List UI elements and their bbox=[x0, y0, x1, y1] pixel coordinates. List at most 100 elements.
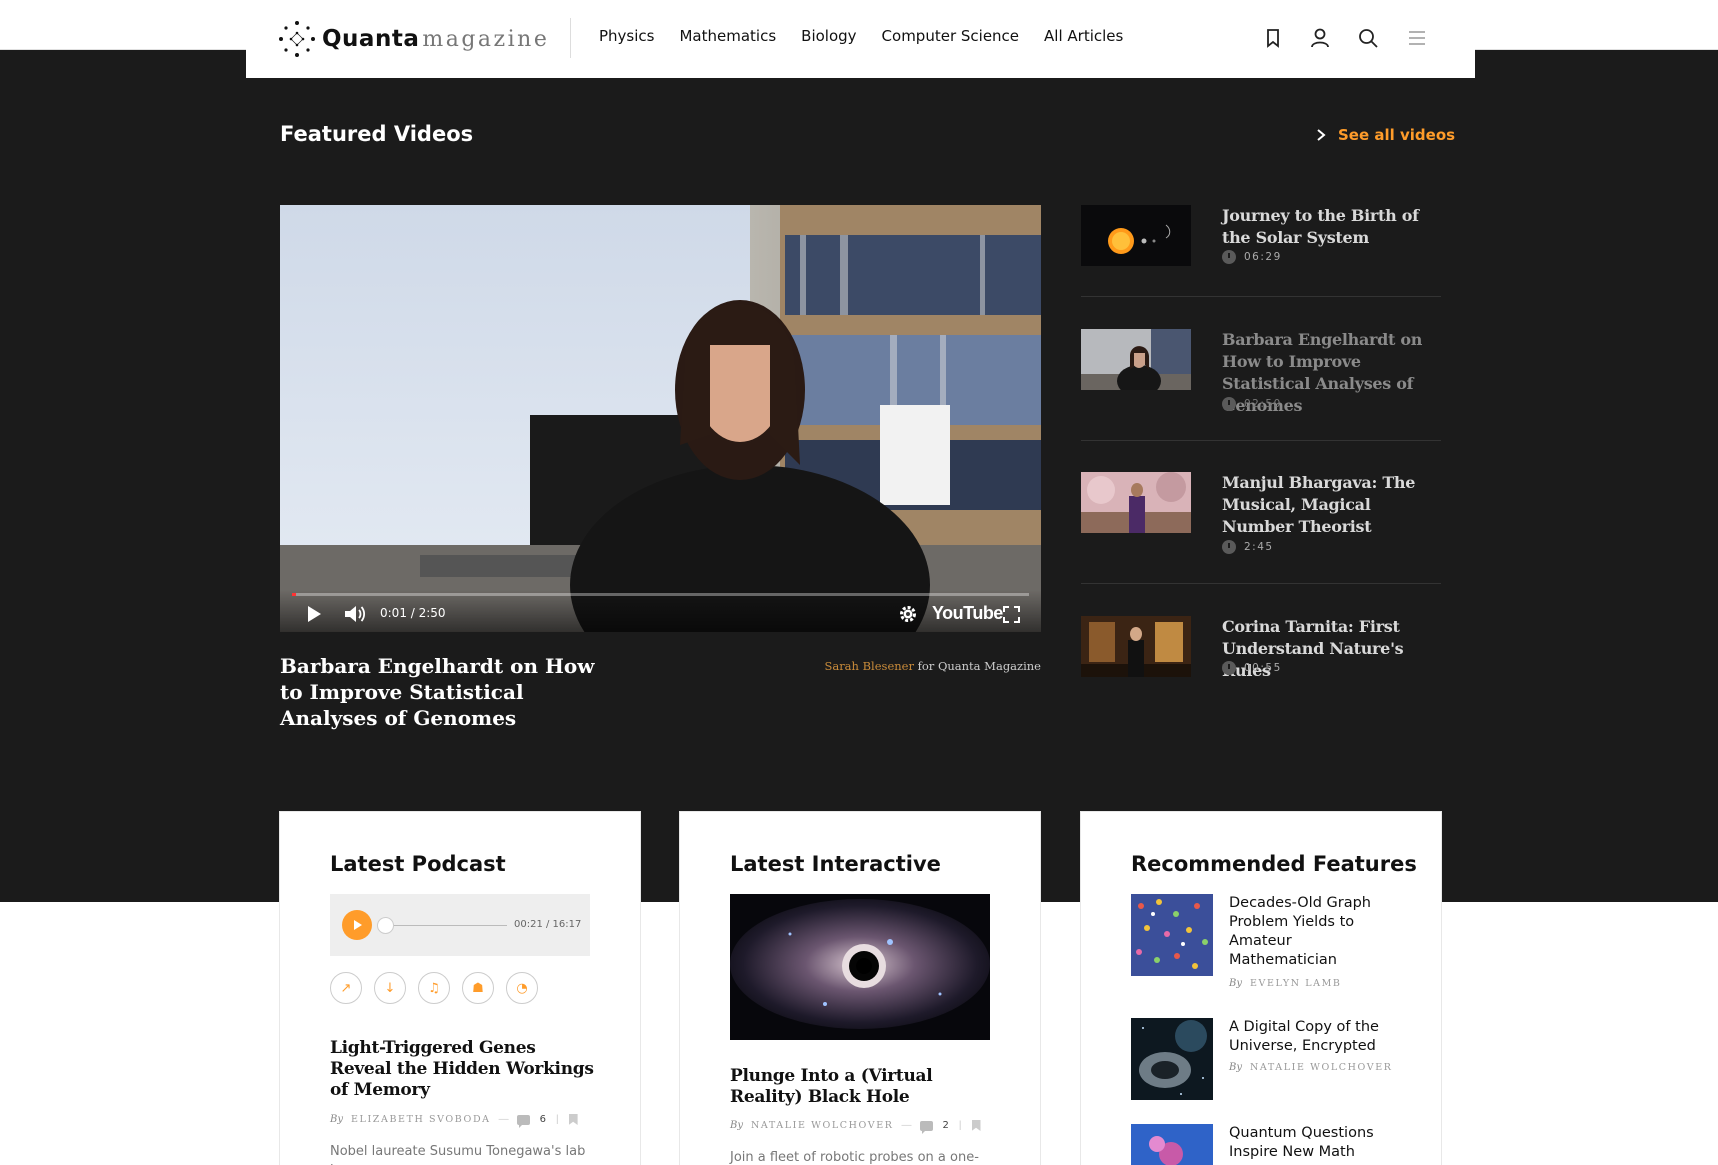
byline-dash: — bbox=[498, 1114, 509, 1125]
video-progress-fill bbox=[292, 593, 297, 596]
bookmark-icon[interactable] bbox=[1261, 26, 1285, 50]
menu-icon[interactable] bbox=[1405, 26, 1429, 50]
byline-separator: | bbox=[958, 1120, 962, 1131]
main-nav: Physics Mathematics Biology Computer Sci… bbox=[599, 27, 1148, 45]
recommended-title: Decades-Old Graph Problem Yields to Amat… bbox=[1229, 895, 1371, 968]
user-icon[interactable] bbox=[1308, 26, 1332, 50]
clock-icon bbox=[1222, 250, 1236, 264]
podcast-audio-player: 00:21 / 16:17 bbox=[330, 894, 590, 956]
interactive-byline: By NATALIE WOLCHOVER — 2 | bbox=[730, 1120, 981, 1134]
comment-count: 6 bbox=[539, 1114, 547, 1125]
settings-gear-icon[interactable] bbox=[899, 605, 917, 623]
video-duration: 02:50 bbox=[1222, 397, 1282, 411]
video-list-title: Journey to the Birth of the Solar System bbox=[1222, 206, 1419, 247]
video-list-divider bbox=[1081, 440, 1441, 441]
by-label: By bbox=[1229, 1062, 1242, 1073]
fullscreen-icon[interactable] bbox=[1003, 606, 1020, 623]
clock-icon bbox=[1222, 540, 1236, 554]
quanta-logo-icon bbox=[279, 21, 315, 57]
youtube-logo[interactable]: YouTube bbox=[932, 603, 1003, 624]
latest-podcast-heading: Latest Podcast bbox=[330, 852, 506, 876]
black-hole-image[interactable] bbox=[730, 894, 990, 1040]
recommended-title: A Digital Copy of the Universe, Encrypte… bbox=[1229, 1019, 1379, 1054]
main-video-title[interactable]: Barbara Engelhardt on How to Improve Sta… bbox=[280, 653, 620, 731]
video-list-divider bbox=[1081, 296, 1441, 297]
android-icon[interactable]: ☗ bbox=[462, 972, 494, 1004]
credit-suffix: for Quanta Magazine bbox=[913, 659, 1041, 673]
search-icon[interactable] bbox=[1356, 26, 1380, 50]
video-duration: 06:29 bbox=[1222, 250, 1282, 264]
recommended-thumbnail bbox=[1131, 894, 1213, 976]
main-video-player[interactable]: 0:01 / 2:50 YouTube bbox=[280, 205, 1041, 632]
external-link-icon[interactable]: ↗ bbox=[330, 972, 362, 1004]
recommended-title: Quantum Questions Inspire New Math bbox=[1229, 1125, 1374, 1160]
byline-dash: — bbox=[901, 1120, 912, 1131]
video-duration: 00:55 bbox=[1222, 661, 1282, 675]
podcast-share-icons: ↗ ↓ ♫ ☗ ◔ bbox=[330, 972, 550, 1004]
podcast-article-title[interactable]: Light-Triggered Genes Reveal the Hidden … bbox=[330, 1038, 595, 1101]
video-thumbnail bbox=[1081, 329, 1191, 390]
author-link[interactable]: NATALIE WOLCHOVER bbox=[1250, 1062, 1393, 1073]
video-thumbnail bbox=[1081, 472, 1191, 533]
chevron-right-icon bbox=[1317, 129, 1326, 141]
recommended-thumbnail bbox=[1131, 1124, 1213, 1165]
recommended-features-heading: Recommended Features bbox=[1131, 852, 1417, 876]
nav-item-biology[interactable]: Biology bbox=[801, 27, 856, 45]
video-duration-text: 2:45 bbox=[1244, 541, 1274, 553]
bookmark-icon[interactable] bbox=[971, 1120, 981, 1131]
rss-icon[interactable]: ◔ bbox=[506, 972, 538, 1004]
by-label: By bbox=[1229, 978, 1242, 989]
podcast-excerpt: Nobel laureate Susumu Tonegawa's lab is bbox=[330, 1144, 586, 1165]
video-list-divider bbox=[1081, 583, 1441, 584]
by-label: By bbox=[330, 1114, 343, 1125]
nav-item-computer-science[interactable]: Computer Science bbox=[882, 27, 1019, 45]
author-link[interactable]: EVELYN LAMB bbox=[1250, 978, 1342, 989]
author-link[interactable]: ELIZABETH SVOBODA bbox=[351, 1114, 491, 1125]
download-icon[interactable]: ↓ bbox=[374, 972, 406, 1004]
video-duration-text: 00:55 bbox=[1244, 662, 1282, 674]
latest-podcast-card: Latest Podcast 00:21 / 16:17 ↗ ↓ ♫ ☗ ◔ L… bbox=[280, 812, 640, 1165]
video-thumbnail bbox=[1081, 616, 1191, 677]
video-duration-text: 02:50 bbox=[1244, 398, 1282, 410]
podcast-progress-bar[interactable] bbox=[382, 925, 507, 926]
latest-interactive-heading: Latest Interactive bbox=[730, 852, 941, 876]
comment-icon[interactable] bbox=[919, 1120, 933, 1134]
recommended-thumbnail bbox=[1131, 1018, 1213, 1100]
byline-separator: | bbox=[556, 1114, 559, 1125]
comment-count: 2 bbox=[942, 1120, 949, 1131]
video-duration: 2:45 bbox=[1222, 540, 1274, 554]
volume-icon[interactable] bbox=[344, 604, 366, 624]
nav-item-physics[interactable]: Physics bbox=[599, 27, 654, 45]
video-duration-text: 06:29 bbox=[1244, 251, 1282, 263]
see-all-videos-label: See all videos bbox=[1338, 126, 1456, 144]
site-logo[interactable]: Quanta magazine bbox=[278, 20, 549, 58]
podcast-play-button[interactable] bbox=[342, 910, 372, 940]
site-header: Quanta magazine Physics Mathematics Biol… bbox=[246, 0, 1475, 78]
clock-icon bbox=[1222, 661, 1236, 675]
author-link[interactable]: NATALIE WOLCHOVER bbox=[751, 1120, 894, 1131]
nav-item-all-articles[interactable]: All Articles bbox=[1044, 27, 1123, 45]
logo-wordmark-primary: Quanta bbox=[322, 26, 420, 52]
header-divider bbox=[570, 18, 571, 58]
logo-wordmark-secondary: magazine bbox=[422, 26, 550, 52]
podcast-progress-knob[interactable] bbox=[376, 917, 394, 934]
featured-videos-heading: Featured Videos bbox=[280, 122, 474, 146]
itunes-icon[interactable]: ♫ bbox=[418, 972, 450, 1004]
nav-item-mathematics[interactable]: Mathematics bbox=[679, 27, 776, 45]
video-frame-image bbox=[280, 205, 1041, 632]
recommended-byline: By EVELYN LAMB bbox=[1229, 978, 1342, 989]
bookmark-icon[interactable] bbox=[568, 1114, 578, 1125]
play-icon[interactable] bbox=[306, 605, 322, 623]
interactive-article-title[interactable]: Plunge Into a (Virtual Reality) Black Ho… bbox=[730, 1066, 995, 1108]
video-time-display: 0:01 / 2:50 bbox=[380, 606, 446, 620]
podcast-byline: By ELIZABETH SVOBODA — 6 | bbox=[330, 1114, 578, 1128]
see-all-videos-link[interactable]: See all videos bbox=[1314, 126, 1455, 144]
recommended-features-card: Recommended Features Decades-Old Graph P… bbox=[1081, 812, 1441, 1165]
interactive-excerpt: Join a fleet of robotic probes on a one- bbox=[730, 1150, 979, 1165]
recommended-byline: By NATALIE WOLCHOVER bbox=[1229, 1062, 1393, 1073]
podcast-time-display: 00:21 / 16:17 bbox=[514, 919, 582, 930]
credit-name-link[interactable]: Sarah Blesener bbox=[824, 659, 914, 673]
video-progress-bar[interactable] bbox=[292, 593, 1029, 596]
clock-icon bbox=[1222, 397, 1236, 411]
comment-icon[interactable] bbox=[516, 1114, 530, 1128]
